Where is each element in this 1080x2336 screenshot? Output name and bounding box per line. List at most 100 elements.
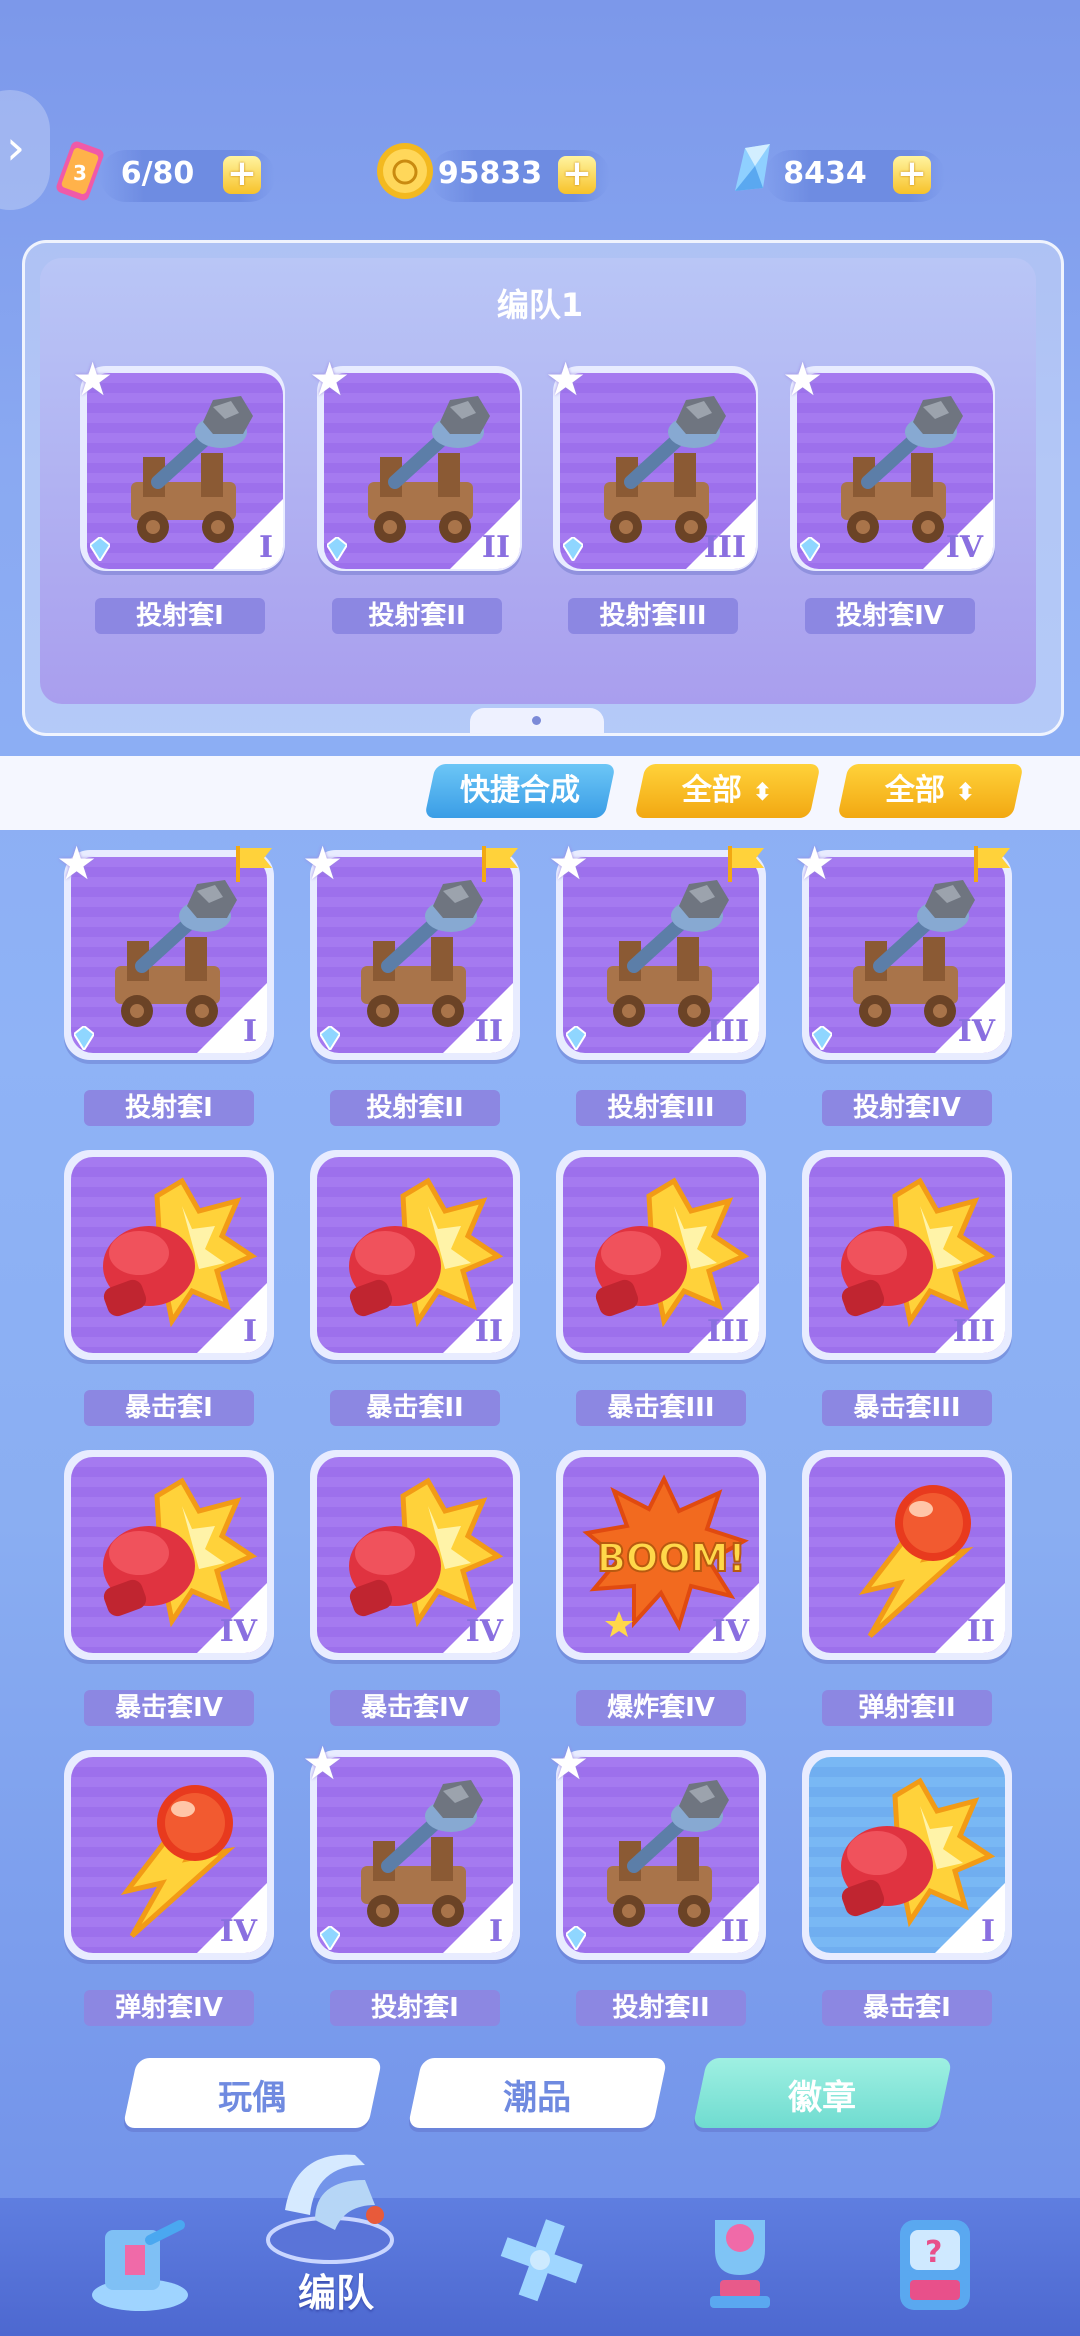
tier-numeral: IV bbox=[465, 1614, 503, 1649]
card-background: IV bbox=[317, 1457, 513, 1653]
item-name-label: 投射套II bbox=[332, 598, 502, 634]
item-name-label: 投射套III bbox=[576, 1090, 746, 1126]
item-name-label: 投射套I bbox=[95, 598, 265, 634]
card-background: II bbox=[563, 1757, 759, 1953]
card-background: I bbox=[71, 1157, 267, 1353]
tier-numeral: I bbox=[258, 530, 273, 565]
card-background: I bbox=[809, 1757, 1005, 1953]
item-card[interactable]: II ★ bbox=[309, 356, 522, 571]
card-background: II bbox=[317, 857, 513, 1053]
add-tickets-button[interactable]: + bbox=[223, 156, 261, 194]
item-card[interactable]: BOOM! IV bbox=[556, 1450, 766, 1660]
flag-icon bbox=[974, 846, 1010, 882]
tab-badges[interactable]: 徽章 bbox=[692, 2058, 953, 2128]
card-background: IV bbox=[809, 857, 1005, 1053]
item-name-label: 投射套II bbox=[576, 1990, 746, 2026]
item-name-label: 爆炸套IV bbox=[576, 1690, 746, 1726]
tier-numeral: II bbox=[481, 530, 510, 565]
sort-arrows-icon: ⬍ bbox=[955, 778, 976, 806]
nav-gamepad-icon[interactable] bbox=[480, 2205, 600, 2325]
item-card[interactable]: III bbox=[556, 1150, 766, 1360]
item-card[interactable]: II bbox=[802, 1450, 1012, 1660]
item-card[interactable]: III ★ bbox=[545, 356, 758, 571]
tier-numeral: II bbox=[474, 1014, 503, 1049]
tier-numeral: III bbox=[703, 530, 746, 565]
item-card[interactable]: IV bbox=[64, 1750, 274, 1960]
tab-dolls[interactable]: 玩偶 bbox=[122, 2058, 383, 2128]
card-background: IV bbox=[71, 1457, 267, 1653]
tier-numeral: IV bbox=[219, 1614, 257, 1649]
item-name-label: 暴击套III bbox=[576, 1390, 746, 1426]
gem-icon bbox=[566, 1026, 586, 1050]
add-crystals-button[interactable]: + bbox=[893, 156, 931, 194]
item-card[interactable]: I ★ bbox=[56, 840, 274, 1060]
nav-gacha-icon[interactable]: ? bbox=[875, 2200, 995, 2320]
card-background: I bbox=[87, 373, 283, 569]
star-icon: ★ bbox=[309, 352, 351, 406]
item-card[interactable]: III ★ bbox=[548, 840, 766, 1060]
item-card[interactable]: IV bbox=[64, 1450, 274, 1660]
coin-counter: 95833 + bbox=[377, 143, 610, 202]
card-background: IV bbox=[71, 1757, 267, 1953]
ticket-counter: 3 6/80 + bbox=[56, 141, 275, 202]
item-card[interactable]: IV ★ bbox=[782, 356, 995, 571]
tier-numeral: IV bbox=[711, 1614, 749, 1649]
crystal-value: 8434 bbox=[783, 156, 867, 191]
item-card[interactable]: I bbox=[64, 1150, 274, 1360]
card-background: III bbox=[560, 373, 756, 569]
item-card[interactable]: I bbox=[802, 1750, 1012, 1960]
item-name-label: 暴击套III bbox=[822, 1390, 992, 1426]
nav-team-icon[interactable] bbox=[255, 2130, 405, 2270]
card-background: II bbox=[317, 1157, 513, 1353]
filter-dropdown-2[interactable]: 全部 ⬍ bbox=[837, 764, 1024, 818]
quick-merge-button[interactable]: 快捷合成 bbox=[424, 764, 616, 818]
gem-icon bbox=[566, 1926, 586, 1950]
tab-trends[interactable]: 潮品 bbox=[407, 2058, 668, 2128]
sort-arrows-icon: ⬍ bbox=[752, 778, 773, 806]
tier-numeral: I bbox=[488, 1914, 503, 1949]
add-coins-button[interactable]: + bbox=[558, 156, 596, 194]
star-icon: ★ bbox=[548, 836, 590, 890]
nav-collection-icon[interactable] bbox=[80, 2200, 200, 2320]
item-card[interactable]: I ★ bbox=[72, 356, 285, 571]
item-card[interactable]: II ★ bbox=[548, 1740, 766, 1960]
item-name-label: 弹射套II bbox=[822, 1690, 992, 1726]
nav-trophy-icon[interactable] bbox=[680, 2200, 800, 2320]
item-name-label: 投射套I bbox=[330, 1990, 500, 2026]
item-card[interactable]: IV ★ bbox=[794, 840, 1012, 1060]
card-background: I bbox=[71, 857, 267, 1053]
flag-icon bbox=[482, 846, 518, 882]
item-card[interactable]: II bbox=[310, 1150, 520, 1360]
flag-icon bbox=[236, 846, 272, 882]
item-name-label: 暴击套I bbox=[84, 1390, 254, 1426]
tier-numeral: IV bbox=[957, 1014, 995, 1049]
star-icon: ★ bbox=[72, 352, 114, 406]
item-name-label: 投射套II bbox=[330, 1090, 500, 1126]
star-icon: ★ bbox=[56, 836, 98, 890]
tier-numeral: I bbox=[242, 1314, 257, 1349]
card-background: II bbox=[324, 373, 520, 569]
item-card[interactable]: I ★ bbox=[302, 1740, 520, 1960]
ticket-value: 6/80 bbox=[120, 156, 195, 191]
tier-numeral: IV bbox=[219, 1914, 257, 1949]
card-background: BOOM! IV bbox=[563, 1457, 759, 1653]
item-card[interactable]: III bbox=[802, 1150, 1012, 1360]
card-background: III bbox=[563, 1157, 759, 1353]
item-name-label: 投射套I bbox=[84, 1090, 254, 1126]
page-indicator bbox=[470, 708, 604, 734]
item-card[interactable]: II ★ bbox=[302, 840, 520, 1060]
flag-icon bbox=[728, 846, 764, 882]
svg-text:3: 3 bbox=[73, 161, 87, 185]
item-name-label: 暴击套IV bbox=[330, 1690, 500, 1726]
star-icon: ★ bbox=[782, 352, 824, 406]
tier-numeral: I bbox=[242, 1014, 257, 1049]
filter-dropdown-1[interactable]: 全部 ⬍ bbox=[634, 764, 821, 818]
card-background: II bbox=[809, 1457, 1005, 1653]
item-card[interactable]: IV bbox=[310, 1450, 520, 1660]
gem-icon bbox=[800, 537, 820, 561]
tier-numeral: III bbox=[952, 1314, 995, 1349]
boom-text: BOOM! bbox=[597, 1536, 746, 1580]
back-button[interactable]: › bbox=[0, 90, 50, 210]
gem-icon bbox=[90, 537, 110, 561]
item-name-label: 暴击套II bbox=[330, 1390, 500, 1426]
